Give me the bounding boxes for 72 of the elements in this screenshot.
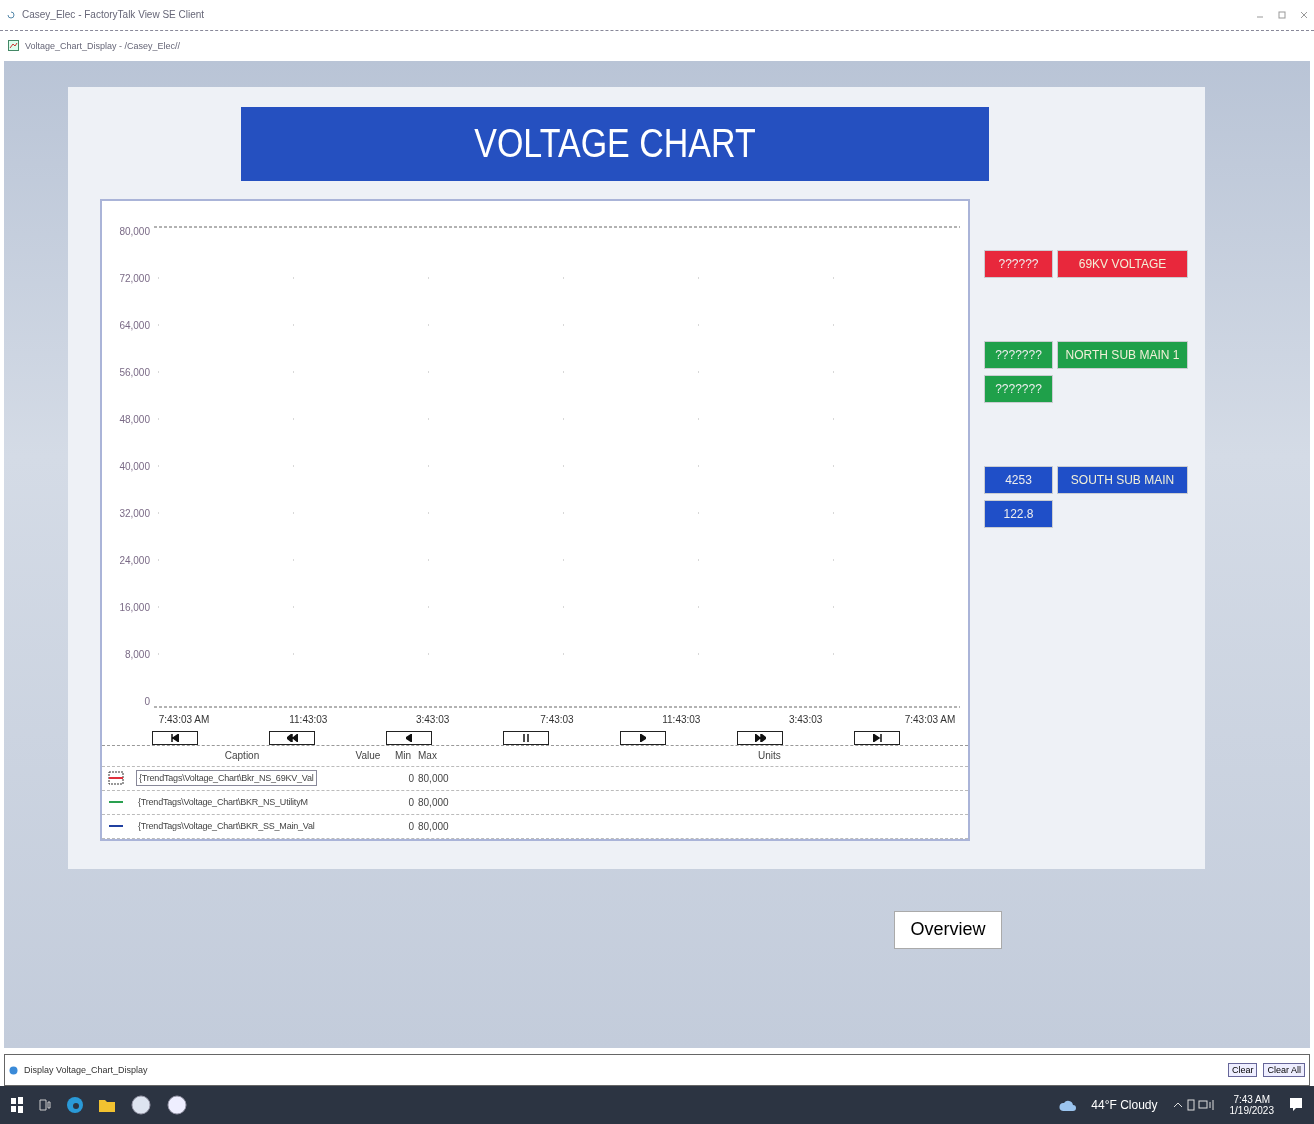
y-axis-label: 56,000 (119, 366, 150, 378)
label-display: SOUTH SUB MAIN (1058, 466, 1187, 493)
play-icon (640, 733, 646, 742)
table-cell-text: {TrendTags\Voltage_Chart\BKR_NS_UtilityM (137, 796, 309, 810)
x-axis-label: 3:43:03 (789, 713, 823, 725)
nav-button[interactable] (152, 730, 198, 745)
nav-button[interactable] (620, 730, 666, 745)
app-icon[interactable] (130, 1095, 152, 1116)
app-icon[interactable] (166, 1095, 188, 1116)
value-display: 4253 (985, 466, 1052, 493)
x-axis-label: 7:43:03 AM (158, 713, 210, 725)
value-display: ??????? (985, 375, 1052, 402)
table-cell-text: 80,000 (418, 820, 450, 832)
column-header: Caption (223, 750, 261, 762)
x-axis-label: 11:43:03 (662, 713, 701, 725)
info-icon (9, 1065, 18, 1075)
y-axis-label: 32,000 (119, 507, 150, 519)
x-axis-label: 7:43:03 AM (904, 713, 956, 725)
table-cell-text: 80,000 (418, 772, 450, 784)
table-cell-text: 80,000 (418, 796, 450, 808)
label-display: 69KV VOLTAGE (1058, 250, 1187, 277)
rewind-icon (286, 733, 298, 742)
table-cell-text: 0 (407, 796, 415, 808)
table-cell-text: 0 (407, 772, 415, 784)
y-axis-label: 72,000 (119, 272, 150, 284)
y-axis-label: 80,000 (119, 225, 150, 237)
back-icon (406, 733, 412, 742)
nav-button[interactable] (269, 730, 315, 745)
weather-text: 44°F Cloudy (1091, 1098, 1158, 1113)
x-axis-label: 3:43:03 (416, 713, 450, 725)
window-title: Voltage_Chart_Display - /Casey_Elec// (25, 40, 181, 51)
nav-button[interactable] (386, 730, 432, 745)
y-axis-label: 64,000 (119, 319, 150, 331)
last-icon (872, 733, 882, 742)
column-header: Max (418, 750, 438, 762)
table-cell-text: 0 (407, 820, 415, 832)
close-icon[interactable] (1300, 10, 1308, 19)
value-display: ?????? (985, 250, 1052, 277)
chart-title-banner: VOLTAGE CHART (241, 106, 989, 181)
display-icon (8, 40, 19, 52)
column-header: Units (757, 750, 782, 762)
clock-date: 1/19/2023 (1229, 1105, 1274, 1117)
nav-button[interactable] (854, 730, 900, 745)
clock-time: 7:43 AM (1233, 1094, 1271, 1106)
x-axis-label: 7:43:03 (540, 713, 574, 725)
column-header: Min (393, 750, 413, 762)
column-header: Value (354, 750, 382, 762)
table-cell-text: {TrendTags\Voltage_Chart\BKR_SS_Main_Val (137, 820, 316, 834)
start-icon[interactable] (10, 1095, 24, 1116)
first-icon (171, 733, 179, 742)
browser-icon[interactable] (66, 1095, 84, 1116)
status-button[interactable]: Clear All (1263, 1063, 1305, 1078)
x-axis-label: 11:43:03 (289, 713, 328, 725)
status-button[interactable]: Clear (1227, 1063, 1258, 1078)
app-icon (6, 9, 16, 20)
nav-button[interactable] (503, 730, 549, 745)
y-axis-label: 48,000 (119, 413, 150, 425)
y-axis-label: 8,000 (124, 648, 150, 660)
y-axis-label: 40,000 (119, 460, 150, 472)
y-axis-label: 24,000 (119, 554, 150, 566)
value-display: ??????? (985, 341, 1052, 368)
window-title: Casey_Elec - FactoryTalk View SE Client (22, 9, 205, 21)
status-text: Display Voltage_Chart_Display (24, 1065, 148, 1076)
y-axis-label: 0 (144, 695, 150, 707)
table-cell: {TrendTags\Voltage_Chart\Bkr_NS_69KV_Val (136, 770, 317, 787)
label-display: NORTH SUB MAIN 1 (1058, 341, 1187, 368)
y-axis-label: 16,000 (119, 601, 150, 613)
nav-button[interactable] (737, 730, 783, 745)
forward-icon (754, 733, 766, 742)
value-display: 122.8 (985, 500, 1052, 527)
overview-button[interactable]: Overview (894, 910, 1002, 949)
pause-icon (523, 733, 529, 742)
